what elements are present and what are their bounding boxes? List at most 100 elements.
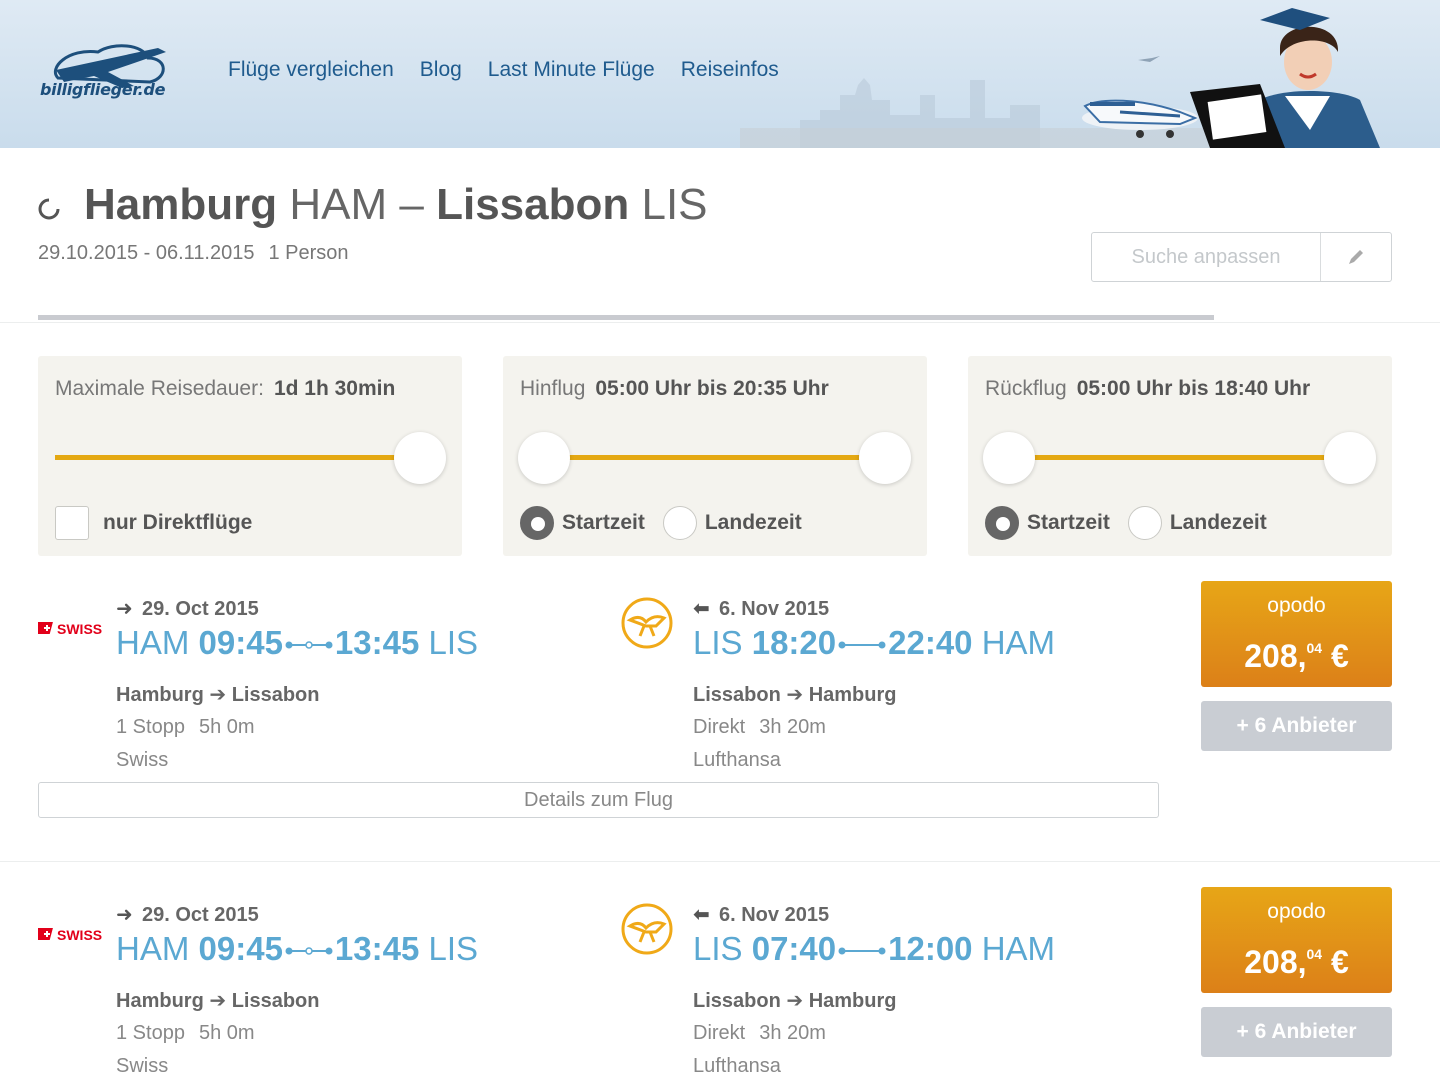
radio-selected-icon[interactable] [520, 506, 554, 540]
direct-connector-icon [838, 947, 886, 955]
outbound-slider-max-handle[interactable] [859, 432, 911, 484]
radio-selected-icon[interactable] [985, 506, 1019, 540]
return-slider-max-handle[interactable] [1324, 432, 1376, 484]
nav-last-minute[interactable]: Last Minute Flüge [488, 58, 655, 82]
main-nav: Flüge vergleichen Blog Last Minute Flüge… [228, 58, 779, 82]
from-code: HAM [289, 180, 388, 229]
price-main: 208, [1244, 638, 1307, 674]
price-value: 208,04 € [1201, 638, 1392, 675]
arrow-right-icon: ➜ [116, 904, 133, 926]
return-radio-land[interactable]: Landezeit [1127, 506, 1267, 540]
return-route: Lissabon ➔ Hamburg [693, 682, 896, 707]
arr-code: LIS [428, 930, 479, 967]
duration-slider-handle[interactable] [394, 432, 446, 484]
dep-time: 07:40 [751, 930, 837, 967]
route-from: Hamburg [116, 990, 204, 1012]
route-to: Lissabon [231, 990, 320, 1012]
return-date: ⬅ 6. Nov 2015 [693, 596, 829, 621]
stops: Direkt [693, 716, 746, 738]
dep-code: LIS [693, 624, 743, 661]
arr-time: 13:45 [334, 930, 420, 967]
arrow-left-icon: ⬅ [693, 904, 710, 926]
divider [0, 322, 1440, 323]
filter-outbound-label: Hinflug [520, 377, 586, 400]
nav-blog[interactable]: Blog [420, 58, 462, 82]
arr-time: 12:00 [888, 930, 973, 967]
nav-flights-compare[interactable]: Flüge vergleichen [228, 58, 394, 82]
dep-time: 09:45 [198, 624, 283, 661]
price-button[interactable]: opodo 208,04 € [1201, 581, 1392, 687]
return-times: LIS 07:40 12:00 HAM [693, 930, 1055, 968]
price-cents: 04 [1306, 946, 1323, 962]
filter-duration-value: 1d 1h 30min [273, 377, 396, 400]
outbound-radio-land[interactable]: Landezeit [662, 506, 802, 540]
more-providers-button[interactable]: + 6 Anbieter [1201, 701, 1392, 751]
return-info: Direkt 3h 20m [693, 716, 826, 739]
outbound-carrier: Swiss [116, 1055, 169, 1077]
price-value: 208,04 € [1201, 944, 1392, 981]
arrow-right-icon: ➜ [116, 598, 133, 620]
dep-time: 18:20 [751, 624, 837, 661]
dep-code: HAM [116, 930, 190, 967]
price-button[interactable]: opodo 208,04 € [1201, 887, 1392, 993]
dep-code: LIS [693, 930, 743, 967]
search-dates: 29.10.2015 - 06.11.2015 [38, 242, 255, 264]
flight-details-button[interactable]: Details zum Flug [38, 782, 1159, 818]
swiss-logo-icon: SWISS [38, 621, 102, 637]
search-summary: 29.10.2015 - 06.11.2015 1 Person [38, 242, 349, 265]
swiss-logo-text: SWISS [57, 927, 102, 943]
checkbox-box[interactable] [55, 506, 89, 540]
outbound-route: Hamburg ➔ Lissabon [116, 682, 319, 707]
outbound-times: HAM 09:45 13:45 LIS [116, 624, 478, 662]
outbound-time-mode: Startzeit Landezeit [520, 506, 820, 540]
radio-unselected-icon[interactable] [1127, 506, 1162, 540]
return-time-mode: Startzeit Landezeit [985, 506, 1285, 540]
duration: 5h 0m [198, 716, 255, 738]
dep-time: 09:45 [198, 930, 283, 967]
filter-duration-label: Maximale Reisedauer: [55, 377, 264, 400]
radio-unselected-icon[interactable] [662, 506, 697, 540]
swiss-logo-text: SWISS [57, 621, 102, 637]
outbound-carrier: Swiss [116, 749, 169, 771]
adjust-search-button[interactable]: Suche anpassen [1091, 232, 1392, 282]
return-info: Direkt 3h 20m [693, 1022, 826, 1045]
dep-code: HAM [116, 624, 190, 661]
title-separator: – [399, 180, 424, 229]
filter-return-header: Rückflug 05:00 Uhr bis 18:40 Uhr [985, 377, 1310, 401]
outbound-radio-land-label: Landezeit [704, 511, 802, 534]
price-main: 208, [1244, 944, 1307, 980]
return-carrier: Lufthansa [693, 1055, 781, 1077]
route-from: Lissabon [693, 990, 781, 1012]
filter-outbound-value: 05:00 Uhr bis 20:35 Uhr [595, 377, 829, 400]
loading-spinner-icon [38, 198, 60, 220]
return-slider-min-handle[interactable] [983, 432, 1035, 484]
return-radio-start[interactable]: Startzeit [985, 506, 1110, 540]
price-cents: 04 [1306, 640, 1323, 656]
arrow-right-icon: ➔ [209, 990, 227, 1012]
outbound-times: HAM 09:45 13:45 LIS [116, 930, 478, 968]
return-date-text: 6. Nov 2015 [719, 904, 830, 926]
direct-connector-icon [838, 641, 886, 649]
outbound-slider-track[interactable] [544, 455, 884, 460]
arrow-left-icon: ⬅ [693, 598, 710, 620]
return-radio-land-label: Landezeit [1169, 511, 1267, 534]
duration: 5h 0m [198, 1022, 255, 1044]
return-carrier: Lufthansa [693, 749, 781, 771]
outbound-date: ➜ 29. Oct 2015 [116, 596, 259, 621]
lufthansa-logo-icon [621, 597, 673, 649]
duration: 3h 20m [759, 1022, 826, 1044]
outbound-radio-start[interactable]: Startzeit [520, 506, 645, 540]
filter-return-label: Rückflug [985, 377, 1067, 400]
return-slider-track[interactable] [1009, 455, 1349, 460]
site-header: billigflieger.de Flüge vergleichen Blog … [0, 0, 1440, 148]
arrow-right-icon: ➔ [786, 990, 804, 1012]
duration-slider-track[interactable] [55, 455, 420, 460]
direct-flights-checkbox[interactable]: nur Direktflüge [55, 506, 252, 540]
more-providers-button[interactable]: + 6 Anbieter [1201, 1007, 1392, 1057]
outbound-date: ➜ 29. Oct 2015 [116, 902, 259, 927]
logo-text[interactable]: billigflieger.de [40, 80, 165, 99]
outbound-slider-min-handle[interactable] [518, 432, 570, 484]
arr-time: 22:40 [888, 624, 973, 661]
duration: 3h 20m [759, 716, 826, 738]
pencil-icon[interactable] [1321, 233, 1391, 281]
